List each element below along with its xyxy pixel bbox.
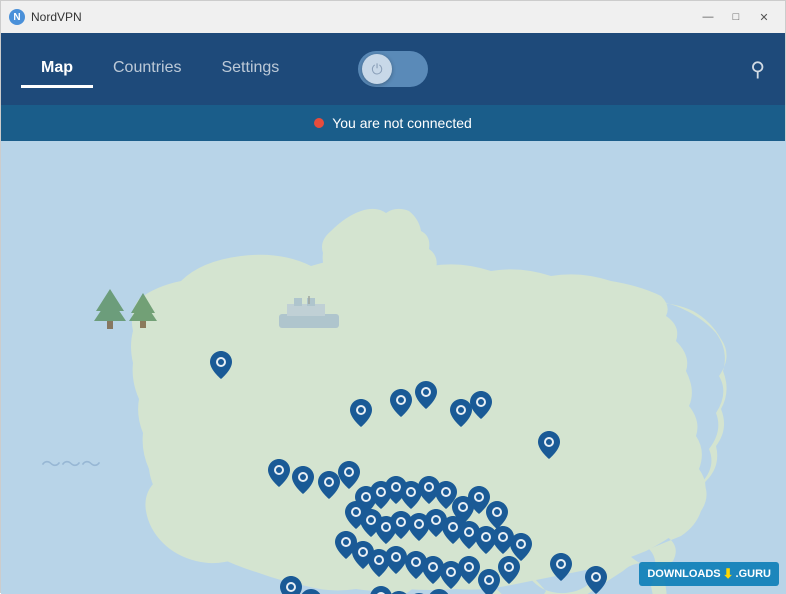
titlebar: N NordVPN — □ ✕ [1, 1, 785, 33]
connection-status-text: You are not connected [332, 115, 472, 131]
map-pin[interactable] [338, 461, 360, 489]
close-button[interactable]: ✕ [751, 7, 777, 27]
map-pin[interactable] [210, 351, 232, 379]
power-toggle[interactable]: ⏻ [358, 51, 428, 87]
map-pin[interactable] [292, 466, 314, 494]
connection-status-dot [314, 118, 324, 128]
map-pin[interactable] [538, 431, 560, 459]
watermark: DOWNLOADS ⬇ .GURU [639, 562, 779, 586]
map-pin[interactable] [385, 546, 407, 574]
map-pin[interactable] [318, 471, 340, 499]
map-pin[interactable] [300, 589, 322, 594]
svg-text:〜〜〜: 〜〜〜 [41, 454, 101, 476]
watermark-text: DOWNLOADS [647, 568, 720, 580]
map-pin[interactable] [470, 391, 492, 419]
map-pin[interactable] [350, 399, 372, 427]
app-title: NordVPN [31, 10, 82, 24]
header: Map Countries Settings ⏻ ⚲ [1, 33, 785, 105]
map-pin[interactable] [486, 501, 508, 529]
map-pin[interactable] [415, 381, 437, 409]
watermark-suffix: .GURU [736, 568, 771, 580]
titlebar-left: N NordVPN [9, 9, 82, 25]
minimize-button[interactable]: — [695, 7, 721, 27]
map-pin[interactable] [428, 589, 450, 594]
map-area[interactable]: 〜〜〜 [1, 141, 786, 594]
map-pin[interactable] [450, 399, 472, 427]
status-bar: You are not connected [1, 105, 785, 141]
map-pin[interactable] [498, 556, 520, 584]
map-pin[interactable] [585, 566, 607, 594]
watermark-icon: ⬇ [723, 566, 734, 582]
tab-map[interactable]: Map [21, 51, 93, 88]
app-logo: N [9, 9, 25, 25]
maximize-button[interactable]: □ [723, 7, 749, 27]
toggle-track[interactable]: ⏻ [358, 51, 428, 87]
map-pin[interactable] [550, 553, 572, 581]
map-pin[interactable] [478, 569, 500, 594]
power-icon: ⏻ [371, 61, 382, 78]
map-pin[interactable] [458, 556, 480, 584]
tab-settings[interactable]: Settings [201, 51, 299, 88]
toggle-thumb: ⏻ [362, 54, 392, 84]
titlebar-controls: — □ ✕ [695, 7, 777, 27]
search-button[interactable]: ⚲ [750, 57, 765, 82]
map-pin[interactable] [280, 576, 302, 594]
map-pin[interactable] [390, 389, 412, 417]
tab-countries[interactable]: Countries [93, 51, 201, 88]
map-pin[interactable] [268, 459, 290, 487]
